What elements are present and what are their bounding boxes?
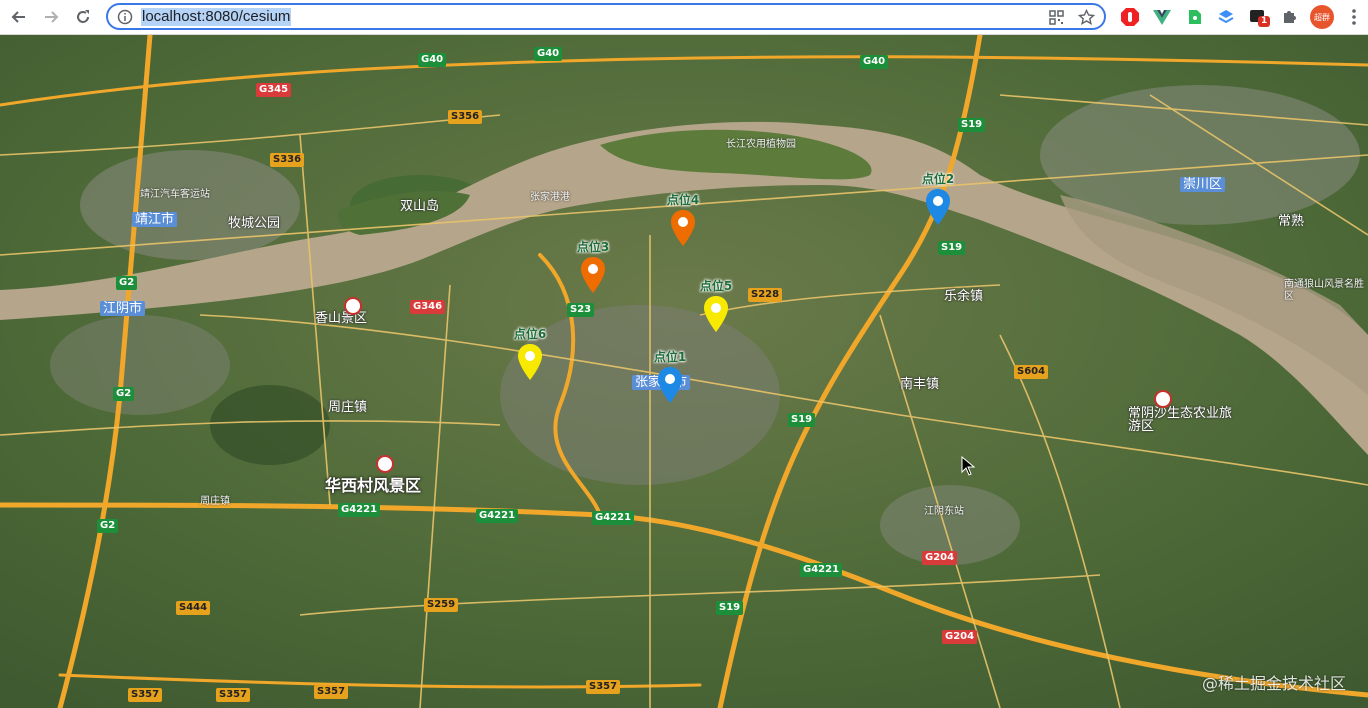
road-shield: G4221 bbox=[476, 509, 519, 523]
qr-code-icon[interactable] bbox=[1049, 10, 1064, 25]
extension-layers-icon[interactable] bbox=[1216, 7, 1236, 27]
place-garden: 长江农用植物园 bbox=[726, 139, 796, 150]
scenic-poi-icon bbox=[344, 297, 362, 315]
road-shield: S357 bbox=[128, 688, 163, 702]
map-pin-icon bbox=[671, 210, 695, 246]
road-shield: S19 bbox=[788, 413, 816, 427]
reload-icon bbox=[77, 10, 89, 23]
address-bar[interactable]: localhost:8080/cesium bbox=[106, 3, 1106, 30]
menu-kebab-icon[interactable] bbox=[1344, 7, 1364, 27]
map-pin-icon bbox=[704, 296, 728, 332]
map-marker-4[interactable]: 点位4 bbox=[667, 193, 699, 248]
road-shield: S19 bbox=[938, 241, 966, 255]
map-marker-2[interactable]: 点位2 bbox=[922, 172, 954, 227]
map-pin-icon bbox=[926, 189, 950, 225]
forward-arrow-icon bbox=[45, 11, 59, 23]
place-jingjiang-station: 靖江汽车客运站 bbox=[140, 189, 210, 200]
scenic-poi-icon bbox=[376, 455, 394, 473]
browser-toolbar: localhost:8080/cesium 1 超群 bbox=[0, 0, 1368, 35]
marker-label: 点位1 bbox=[653, 350, 687, 364]
place-huaxicun: 华西村风景区 bbox=[325, 476, 422, 495]
place-jingjiang: 靖江市 bbox=[132, 212, 178, 227]
road-shield: G345 bbox=[256, 83, 292, 97]
road-shield: S336 bbox=[270, 153, 305, 167]
adblock-extension-icon[interactable] bbox=[1120, 7, 1140, 27]
road-shield: G204 bbox=[922, 551, 958, 565]
reload-button[interactable] bbox=[70, 4, 96, 30]
place-jiangyin-east: 江阴东站 bbox=[924, 506, 964, 517]
bookmark-star-icon[interactable] bbox=[1078, 9, 1095, 26]
road-shield: G40 bbox=[534, 47, 563, 61]
extension-badge-count: 1 bbox=[1258, 16, 1271, 27]
road-shield: S357 bbox=[216, 688, 251, 702]
vue-devtools-icon[interactable] bbox=[1152, 7, 1172, 27]
place-mucheng: 牧城公园 bbox=[228, 216, 281, 231]
info-icon[interactable] bbox=[117, 9, 133, 25]
road-shield: S357 bbox=[314, 685, 349, 699]
place-xiangshan: 香山景区 bbox=[315, 311, 368, 326]
road-shield: G346 bbox=[410, 300, 446, 314]
back-arrow-icon bbox=[11, 11, 25, 23]
map-pin-icon bbox=[658, 367, 682, 403]
road-shield: G2 bbox=[97, 519, 119, 533]
url-text[interactable]: localhost:8080/cesium bbox=[141, 8, 292, 26]
place-zhouzhuang: 周庄镇 bbox=[328, 400, 368, 415]
place-changyin: 常阴沙生态农业旅游区 bbox=[1128, 406, 1233, 434]
forward-button[interactable] bbox=[38, 4, 64, 30]
place-changshu: 常熟 bbox=[1278, 214, 1305, 229]
evernote-extension-icon[interactable] bbox=[1184, 7, 1204, 27]
road-shield: S604 bbox=[1014, 365, 1049, 379]
place-zhouzhuang-south: 周庄镇 bbox=[200, 496, 230, 507]
road-shield: S19 bbox=[958, 118, 986, 132]
road-shield: S259 bbox=[424, 598, 459, 612]
marker-label: 点位6 bbox=[513, 327, 547, 341]
mouse-cursor-icon bbox=[961, 456, 975, 476]
road-shield: S19 bbox=[716, 601, 744, 615]
road-shield: G2 bbox=[113, 387, 135, 401]
road-shield: S444 bbox=[176, 601, 211, 615]
road-shield: S357 bbox=[586, 680, 621, 694]
road-shield: G4221 bbox=[800, 563, 843, 577]
map-marker-1[interactable]: 点位1 bbox=[654, 350, 686, 405]
place-jiangyin: 江阴市 bbox=[100, 301, 146, 316]
road-shield: G40 bbox=[860, 55, 889, 69]
map-marker-3[interactable]: 点位3 bbox=[577, 240, 609, 295]
place-nanfeng: 南丰镇 bbox=[900, 377, 940, 392]
extensions-puzzle-icon[interactable] bbox=[1280, 7, 1300, 27]
road-shield: G4221 bbox=[592, 511, 635, 525]
cesium-map-viewer[interactable]: 江阴市 靖江市 张家港市 崇川区 香山景区 华西村风景区 周庄镇 南丰镇 乐余镇… bbox=[0, 35, 1368, 708]
place-nantong-scenic: 南通狼山风景名胜区 bbox=[1284, 279, 1364, 302]
map-pin-icon bbox=[518, 344, 542, 380]
marker-label: 点位2 bbox=[921, 172, 955, 186]
place-zhangjiagang-port: 张家港港 bbox=[530, 192, 570, 203]
marker-label: 点位3 bbox=[576, 240, 610, 254]
place-lefeng: 乐余镇 bbox=[944, 289, 984, 304]
map-pin-icon bbox=[581, 257, 605, 293]
place-tongzhou: 崇川区 bbox=[1180, 177, 1226, 192]
road-shield: G2 bbox=[116, 276, 138, 290]
marker-label: 点位4 bbox=[666, 193, 700, 207]
extension-badge-icon[interactable]: 1 bbox=[1248, 7, 1271, 27]
road-shield: S23 bbox=[567, 303, 595, 317]
watermark: @稀土掘金技术社区 bbox=[1201, 674, 1346, 693]
road-shield: G204 bbox=[942, 630, 978, 644]
profile-label: 超群 bbox=[1314, 12, 1330, 22]
place-shuangshan: 双山岛 bbox=[400, 199, 440, 214]
road-shield: S356 bbox=[448, 110, 483, 124]
map-marker-6[interactable]: 点位6 bbox=[514, 327, 546, 382]
scenic-poi-icon bbox=[1154, 390, 1172, 408]
map-marker-5[interactable]: 点位5 bbox=[700, 279, 732, 334]
back-button[interactable] bbox=[6, 4, 32, 30]
road-shield: S228 bbox=[748, 288, 783, 302]
road-shield: G4221 bbox=[338, 503, 381, 517]
road-shield: G40 bbox=[418, 53, 447, 67]
profile-avatar[interactable]: 超群 bbox=[1310, 5, 1334, 29]
marker-label: 点位5 bbox=[699, 279, 733, 293]
